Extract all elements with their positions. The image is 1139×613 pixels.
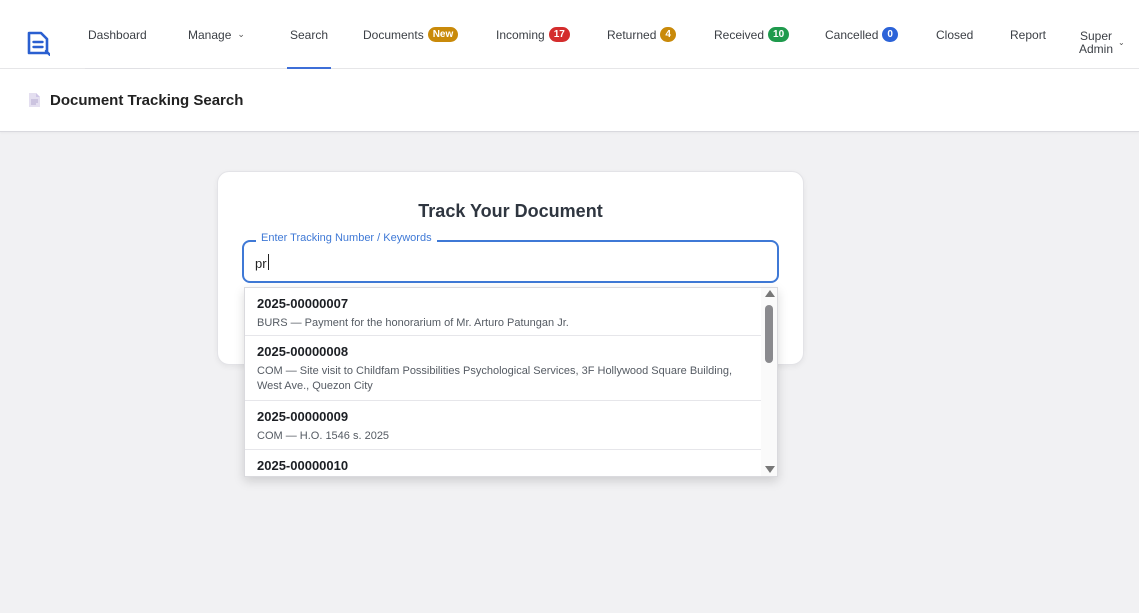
- document-icon: [29, 93, 40, 107]
- nav-closed[interactable]: Closed: [936, 0, 973, 69]
- result-option[interactable]: 2025-00000008 COM — Site visit to Childf…: [245, 336, 763, 401]
- documents-badge: New: [427, 27, 459, 42]
- scroll-down-arrow-icon[interactable]: [765, 466, 775, 473]
- scroll-up-arrow-icon[interactable]: [765, 290, 775, 297]
- nav-documents-label: Documents: [363, 27, 424, 42]
- result-description: COM — Site visit to Childfam Possibiliti…: [257, 365, 733, 392]
- nav-incoming[interactable]: Incoming 17: [496, 0, 570, 69]
- received-badge: 10: [768, 27, 790, 42]
- search-results-dropdown: 2025-00000007 BURS — Payment for the hon…: [244, 287, 778, 477]
- nav-report[interactable]: Report: [1010, 0, 1046, 69]
- card-title: Track Your Document: [418, 201, 603, 221]
- result-description: COM — H.O. 1546 s. 2025: [257, 430, 390, 442]
- user-menu[interactable]: Super Admin: [1078, 30, 1114, 56]
- page-title: Document Tracking Search: [50, 92, 244, 109]
- nav-search[interactable]: Search: [287, 0, 332, 69]
- result-option[interactable]: 2025-00000009 COM — H.O. 1546 s. 2025: [245, 401, 763, 450]
- result-tracking-number: 2025-00000009: [257, 409, 349, 424]
- top-nav: Dashboard Manage ⌄ Search Documents New …: [0, 0, 1139, 69]
- nav-documents[interactable]: Documents New: [363, 0, 459, 69]
- nav-manage-label: Manage: [188, 27, 232, 42]
- nav-cancelled[interactable]: Cancelled 0: [825, 0, 898, 69]
- nav-report-label: Report: [1010, 27, 1047, 42]
- nav-closed-label: Closed: [936, 27, 974, 42]
- scrollbar-thumb[interactable]: [765, 305, 773, 363]
- nav-dashboard[interactable]: Dashboard: [85, 0, 150, 69]
- app-logo-icon[interactable]: [26, 30, 50, 56]
- nav-received-label: Received: [714, 27, 765, 42]
- dropdown-scrollbar[interactable]: [761, 288, 777, 476]
- nav-search-label: Search: [290, 27, 329, 42]
- nav-returned[interactable]: Returned 4: [607, 0, 676, 69]
- user-chevron-down-icon[interactable]: ⌄: [1118, 38, 1125, 47]
- result-tracking-number: 2025-00000007: [257, 296, 349, 311]
- result-tracking-number: 2025-00000008: [257, 344, 349, 359]
- cancelled-badge: 0: [882, 27, 898, 42]
- tracking-search-input[interactable]: [255, 253, 755, 273]
- nav-incoming-label: Incoming: [496, 27, 545, 42]
- result-description: BURS — Payment for the honorarium of Mr.…: [257, 317, 569, 329]
- returned-badge: 4: [660, 27, 676, 42]
- result-option[interactable]: 2025-00000010: [245, 450, 763, 476]
- nav-cancelled-label: Cancelled: [825, 27, 879, 42]
- page-header: Document Tracking Search: [0, 69, 1139, 132]
- nav-manage[interactable]: Manage ⌄: [188, 0, 245, 69]
- nav-received[interactable]: Received 10: [714, 0, 790, 69]
- result-option[interactable]: 2025-00000007 BURS — Payment for the hon…: [245, 288, 763, 336]
- result-tracking-number: 2025-00000010: [257, 458, 349, 473]
- tracking-field-label: Enter Tracking Number / Keywords: [256, 232, 437, 244]
- nav-returned-label: Returned: [607, 27, 657, 42]
- text-caret: [268, 254, 269, 270]
- user-name-line2: Admin: [1078, 42, 1113, 56]
- chevron-down-icon: ⌄: [237, 29, 245, 39]
- incoming-badge: 17: [548, 27, 570, 42]
- nav-dashboard-label: Dashboard: [88, 27, 147, 42]
